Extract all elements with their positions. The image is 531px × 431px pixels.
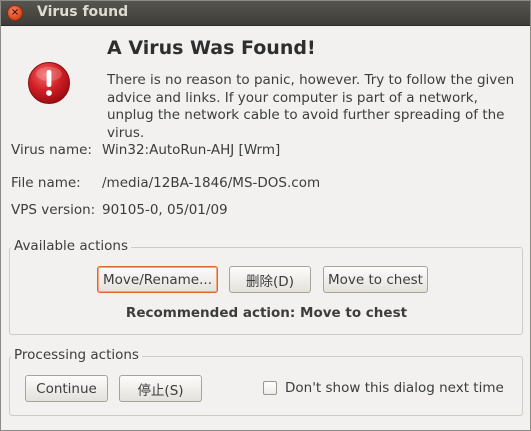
available-actions-label: Available actions [11,238,131,254]
close-icon[interactable]: × [7,5,23,21]
move-to-chest-button[interactable]: Move to chest [323,266,428,293]
continue-button[interactable]: Continue [25,375,108,402]
file-name-value: /media/12BA-1846/MS-DOS.com [102,175,321,191]
file-name-label: File name: [11,175,81,191]
virus-name-label: Virus name: [11,142,92,158]
error-exclamation-icon [28,62,70,104]
delete-button[interactable]: 删除(D) [229,266,311,293]
vps-version-value: 90105-0, 05/01/09 [102,202,228,218]
move-rename-button[interactable]: Move/Rename... [97,266,218,293]
alert-message: There is no reason to panic, however. Tr… [107,72,515,141]
stop-button[interactable]: 停止(S) [119,375,202,402]
processing-actions-label: Processing actions [11,347,142,363]
vps-version-label: VPS version: [11,202,96,218]
alert-heading: A Virus Was Found! [107,37,316,59]
close-glyph: × [10,7,20,18]
dont-show-checkbox[interactable] [263,381,277,395]
dont-show-label[interactable]: Don't show this dialog next time [285,380,504,396]
window-title: Virus found [37,4,129,20]
recommended-action: Recommended action: Move to chest [125,305,408,321]
dialog-window: × Virus found A Virus Was Found! There i… [0,0,531,431]
virus-name-value: Win32:AutoRun-AHJ [Wrm] [102,142,281,158]
title-bar[interactable]: × Virus found [1,1,530,26]
